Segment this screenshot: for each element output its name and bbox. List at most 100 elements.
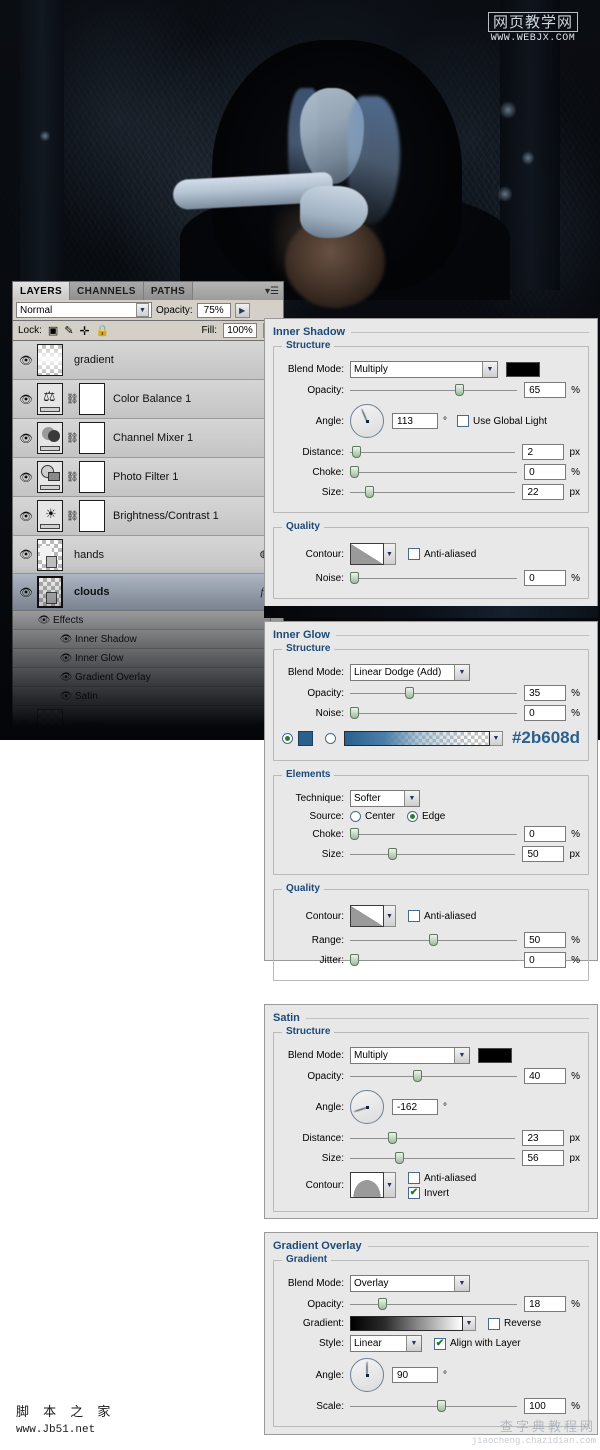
opacity-slider[interactable] [350, 1069, 518, 1083]
contour-preview[interactable] [350, 905, 384, 927]
opacity-slider[interactable] [350, 686, 518, 700]
technique-select[interactable]: Softer ▼ [350, 790, 420, 807]
list-item[interactable]: 👁 Inner Glow [13, 649, 283, 668]
layer-thumbnail[interactable] [37, 538, 63, 571]
size-input[interactable]: 56 [522, 1150, 565, 1166]
panel-tab-bar[interactable]: LAYERS CHANNELS PATHS ▾☰ [12, 281, 284, 300]
glow-color-swatch[interactable] [298, 730, 313, 746]
table-row[interactable]: 👁 ⚖ ⛓ Color Balance 1 [13, 380, 283, 419]
distance-slider[interactable] [350, 445, 516, 459]
table-row[interactable]: 👁 eyes fx ▾ [13, 706, 283, 738]
eye-icon[interactable]: 👁 [15, 586, 37, 599]
choke-input[interactable]: 0 [524, 464, 567, 480]
layer-thumbnail[interactable] [37, 576, 63, 608]
gradient-dropdown-icon[interactable]: ▼ [489, 730, 503, 746]
eye-icon[interactable]: 👁 [15, 718, 37, 731]
chevron-down-icon[interactable]: ▼ [404, 791, 419, 806]
panel-menu-icon[interactable]: ▾☰ [265, 286, 279, 297]
list-item[interactable]: 👁 Satin [13, 687, 283, 706]
size-slider[interactable] [350, 1151, 516, 1165]
glow-gradient-preview[interactable] [344, 730, 490, 746]
layers-panel[interactable]: LAYERS CHANNELS PATHS ▾☰ Normal ▼ Opacit… [12, 281, 284, 741]
chevron-down-icon[interactable]: ▼ [482, 362, 497, 377]
tab-channels[interactable]: CHANNELS [70, 282, 144, 300]
anti-aliased-checkbox[interactable] [408, 910, 420, 922]
inner-shadow-dialog[interactable]: Inner Shadow Structure Blend Mode: Multi… [264, 318, 598, 616]
opacity-input[interactable]: 40 [524, 1068, 567, 1084]
contour-preview[interactable] [350, 1172, 384, 1198]
table-row[interactable]: 👁 gradient [13, 341, 283, 380]
scale-input[interactable]: 100 [524, 1398, 567, 1414]
size-input[interactable]: 22 [522, 484, 565, 500]
align-with-layer-checkbox[interactable]: ✔ [434, 1337, 446, 1350]
noise-slider[interactable] [350, 706, 518, 720]
size-slider[interactable] [350, 485, 516, 499]
distance-input[interactable]: 23 [522, 1130, 565, 1146]
layer-name[interactable]: eyes [74, 719, 97, 731]
link-icon[interactable]: ⛓ [66, 472, 79, 483]
eye-icon[interactable]: 👁 [15, 471, 37, 484]
layer-name[interactable]: hands [74, 549, 104, 561]
eye-icon[interactable]: 👁 [15, 354, 37, 367]
contour-dropdown-icon[interactable]: ▼ [384, 1172, 396, 1198]
source-center-radio[interactable] [350, 811, 361, 822]
angle-input[interactable]: -162 [392, 1099, 438, 1115]
noise-input[interactable]: 0 [524, 570, 567, 586]
layer-name[interactable]: gradient [74, 354, 114, 366]
adjustment-thumbnail[interactable]: ☀ [37, 500, 63, 532]
size-input[interactable]: 50 [522, 846, 565, 862]
reverse-checkbox[interactable] [488, 1317, 500, 1330]
layer-name[interactable]: Brightness/Contrast 1 [113, 510, 219, 522]
opacity-input[interactable]: 35 [524, 685, 567, 701]
choke-slider[interactable] [350, 827, 518, 841]
eye-icon[interactable]: 👁 [15, 432, 37, 445]
source-edge-radio[interactable] [407, 811, 419, 822]
table-row[interactable]: 👁 ⛓ Channel Mixer 1 [13, 419, 283, 458]
noise-slider[interactable] [350, 571, 518, 585]
link-icon[interactable]: ⛓ [66, 394, 79, 405]
blend-mode-select[interactable]: Normal ▼ [16, 302, 152, 318]
adjustment-thumbnail[interactable]: ⚖ [37, 383, 63, 415]
eye-icon[interactable]: 👁 [15, 510, 37, 523]
noise-input[interactable]: 0 [524, 705, 567, 721]
angle-dial[interactable] [350, 1090, 384, 1124]
invert-checkbox[interactable]: ✔ [408, 1187, 420, 1199]
layer-thumbnail[interactable] [37, 344, 63, 376]
glow-gradient-radio[interactable] [325, 732, 336, 744]
contour-preview[interactable] [350, 543, 384, 565]
lock-transparent-icon[interactable]: ▣ [48, 324, 58, 337]
blend-mode-select[interactable]: Multiply ▼ [350, 1047, 470, 1064]
style-select[interactable]: Linear ▼ [350, 1335, 422, 1352]
gradient-overlay-dialog[interactable]: Gradient Overlay Gradient Blend Mode: Ov… [264, 1232, 598, 1435]
blend-mode-select[interactable]: Overlay ▼ [350, 1275, 470, 1292]
eye-icon[interactable]: 👁 [15, 393, 37, 406]
eye-icon[interactable]: 👁 [57, 691, 75, 702]
chevron-down-icon[interactable]: ▼ [136, 303, 149, 317]
gradient-preview[interactable] [350, 1316, 463, 1331]
chevron-down-icon[interactable]: ▼ [454, 1048, 469, 1063]
link-icon[interactable]: ⛓ [66, 433, 79, 444]
opacity-slider[interactable] [350, 383, 518, 397]
layer-mask-thumbnail[interactable] [79, 500, 105, 532]
layer-mask-thumbnail[interactable] [79, 383, 105, 415]
layer-name[interactable]: clouds [74, 586, 109, 598]
contour-dropdown-icon[interactable]: ▼ [384, 543, 396, 565]
opacity-input[interactable]: 18 [524, 1296, 567, 1312]
lock-move-icon[interactable]: ✛ [80, 324, 90, 338]
list-item[interactable]: 👁 Gradient Overlay [13, 668, 283, 687]
range-slider[interactable] [350, 933, 518, 947]
adjustment-thumbnail[interactable] [37, 422, 63, 454]
layer-name[interactable]: Channel Mixer 1 [113, 432, 193, 444]
opacity-input[interactable]: 65 [524, 382, 567, 398]
range-input[interactable]: 50 [524, 932, 567, 948]
choke-input[interactable]: 0 [524, 826, 567, 842]
table-row[interactable]: 👁 ⛓ Photo Filter 1 [13, 458, 283, 497]
distance-input[interactable]: 2 [522, 444, 565, 460]
layer-thumbnail[interactable] [37, 708, 63, 738]
choke-slider[interactable] [350, 465, 518, 479]
table-row[interactable]: 👁 ☀ ⛓ Brightness/Contrast 1 [13, 497, 283, 536]
tab-paths[interactable]: PATHS [143, 282, 194, 300]
anti-aliased-checkbox[interactable] [408, 1172, 420, 1184]
angle-dial[interactable] [350, 1358, 384, 1392]
size-slider[interactable] [350, 847, 516, 861]
